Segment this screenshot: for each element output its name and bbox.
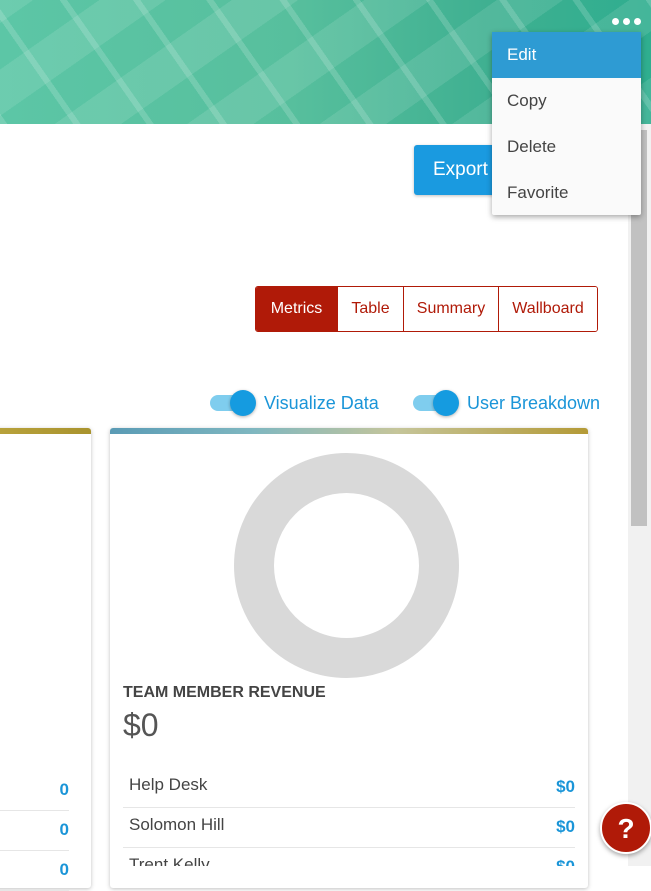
menu-item-edit[interactable]: Edit [492, 32, 641, 78]
row-value: 0 [59, 780, 69, 799]
user-breakdown-toggle[interactable]: User Breakdown [413, 390, 600, 416]
row-name: Help Desk [129, 775, 208, 794]
tab-summary[interactable]: Summary [403, 287, 498, 331]
table-row: Trent Kelly $0 [123, 847, 575, 866]
donut-chart [234, 453, 459, 678]
row-value: $0 [556, 777, 575, 796]
table-row: Help Desk $0 [123, 767, 575, 808]
table-row: Solomon Hill $0 [123, 807, 575, 848]
table-row: 0 [0, 770, 69, 811]
table-row: 0 [0, 850, 69, 891]
row-value: 0 [59, 820, 69, 839]
toggle-knob [433, 390, 459, 416]
card-total: $0 [123, 707, 159, 743]
row-value: $0 [556, 857, 575, 866]
menu-item-delete[interactable]: Delete [492, 124, 641, 170]
toggle-track [210, 390, 256, 416]
visualize-data-label: Visualize Data [264, 392, 379, 413]
dot [611, 17, 619, 25]
view-tabs: Metrics Table Summary Wallboard [255, 286, 598, 332]
card-header-strip [110, 428, 588, 434]
table-row: 0 [0, 810, 69, 851]
help-button[interactable]: ? [600, 802, 651, 854]
tab-table[interactable]: Table [337, 287, 403, 331]
row-name: Trent Kelly [129, 855, 210, 866]
dot [633, 17, 641, 25]
visualize-data-toggle[interactable]: Visualize Data [210, 390, 379, 416]
toggle-track [413, 390, 459, 416]
tab-metrics[interactable]: Metrics [256, 287, 337, 331]
toggle-knob [230, 390, 256, 416]
more-options-icon[interactable] [608, 12, 644, 30]
row-value: 0 [59, 860, 69, 879]
metric-card-left: 0 0 0 [0, 428, 91, 891]
card-header-strip [0, 428, 91, 434]
user-breakdown-label: User Breakdown [467, 392, 601, 413]
menu-item-favorite[interactable]: Favorite [492, 170, 641, 216]
row-name: Solomon Hill [129, 815, 225, 834]
tab-wallboard[interactable]: Wallboard [498, 287, 597, 331]
options-menu: Edit Copy Delete Favorite [492, 32, 641, 215]
menu-item-copy[interactable]: Copy [492, 78, 641, 124]
row-value: $0 [556, 817, 575, 836]
dot [622, 17, 630, 25]
card-title: TEAM MEMBER REVENUE [123, 684, 326, 701]
